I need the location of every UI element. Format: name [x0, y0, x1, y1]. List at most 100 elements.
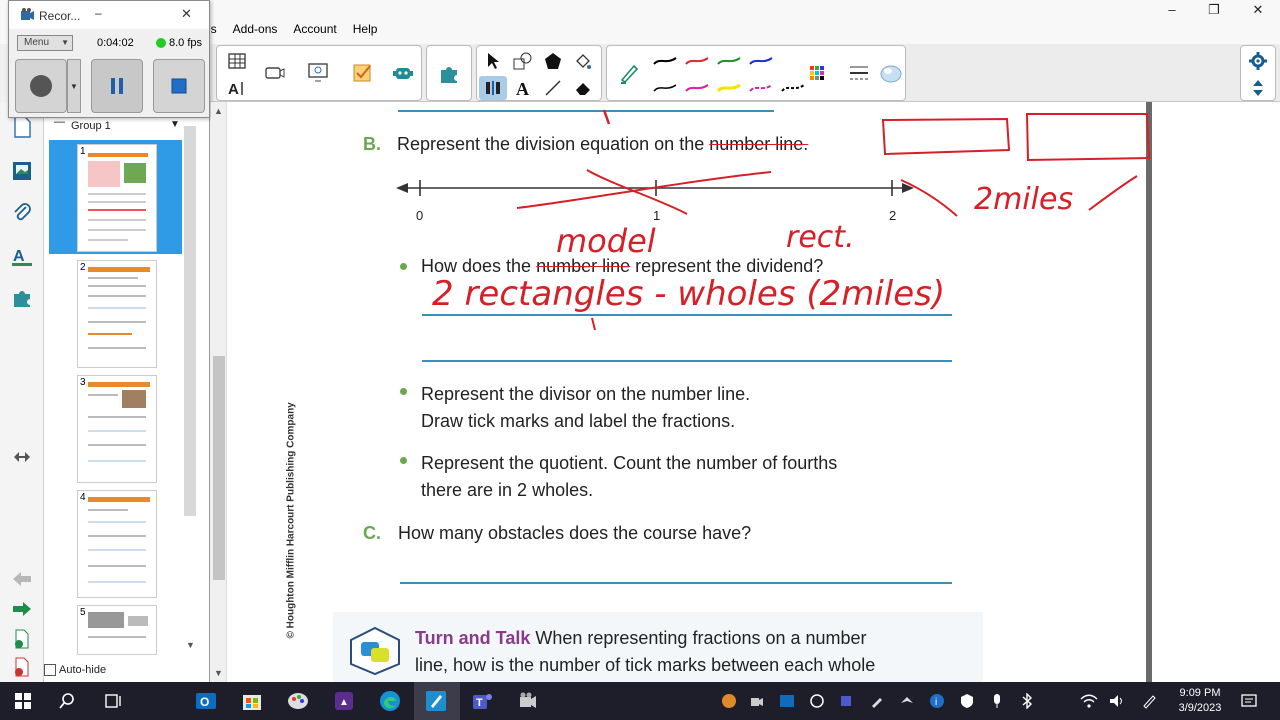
line-tool-icon[interactable]: [539, 76, 567, 100]
smart-notebook-icon[interactable]: [423, 688, 449, 714]
page-thumbnail[interactable]: 2: [77, 260, 157, 368]
highlighter-pen-icon[interactable]: [609, 47, 649, 99]
screen-capture-icon[interactable]: [299, 47, 339, 99]
text-format-icon[interactable]: A: [219, 76, 255, 100]
tray-tool-icon[interactable]: [868, 693, 886, 709]
next-page-arrow-icon[interactable]: [9, 596, 35, 622]
store-icon[interactable]: [239, 688, 265, 714]
recording-elapsed-time: 0:04:02: [97, 37, 134, 49]
scroll-down-icon[interactable]: ▼: [186, 640, 195, 650]
pen-color-magenta-icon[interactable]: [681, 76, 713, 100]
pen-color-green-icon[interactable]: [713, 49, 745, 73]
table-icon[interactable]: [219, 49, 255, 73]
search-icon[interactable]: [54, 688, 80, 714]
notification-icon[interactable]: [1240, 693, 1258, 709]
tray-outlook-icon[interactable]: [778, 693, 796, 709]
recorder-menu-button[interactable]: Menu ▼: [17, 35, 73, 51]
restore-button[interactable]: ❐: [1192, 0, 1236, 20]
microphone-icon[interactable]: [988, 693, 1006, 709]
close-button[interactable]: ✕: [1236, 0, 1280, 20]
paint-icon[interactable]: [285, 688, 311, 714]
tray-orange-icon[interactable]: [720, 693, 738, 709]
tray-bird-icon[interactable]: [898, 693, 916, 709]
pen-mode-icon[interactable]: [479, 76, 507, 100]
page-thumbnail[interactable]: 3: [77, 375, 157, 483]
properties-icon[interactable]: A: [9, 242, 35, 268]
pen-color-pink-dashed-icon[interactable]: [745, 76, 777, 100]
response-check-icon[interactable]: [343, 47, 383, 99]
recorder-menu-label: Menu: [24, 37, 50, 48]
pen-color-blue-icon[interactable]: [745, 49, 777, 73]
pen-color-red-icon[interactable]: [681, 49, 713, 73]
app-icon-purple[interactable]: ▲: [331, 688, 357, 714]
clock[interactable]: 9:09 PM 3/9/2023: [1170, 686, 1230, 716]
handwritten-rect: rect.: [786, 220, 855, 255]
record-button[interactable]: [15, 59, 67, 113]
pause-button[interactable]: [91, 59, 143, 113]
addons-puzzle-icon[interactable]: [9, 284, 35, 310]
shapes-icon[interactable]: [509, 49, 537, 73]
gallery-icon[interactable]: [9, 158, 35, 184]
toolbar-position-icon[interactable]: [1241, 76, 1275, 100]
menu-item-addons[interactable]: Add-ons: [225, 22, 286, 36]
add-page-icon[interactable]: [9, 626, 35, 652]
tray-sync-icon[interactable]: [808, 693, 826, 709]
page-thumbnail[interactable]: 1: [77, 144, 157, 252]
pen-color-black-thin-icon[interactable]: [649, 76, 681, 100]
resize-arrows-icon[interactable]: [9, 444, 35, 470]
recorder-taskbar-icon[interactable]: [515, 688, 541, 714]
previous-page-arrow-icon[interactable]: [9, 566, 35, 592]
page-number: 5: [80, 607, 86, 618]
pen-menu-icon[interactable]: [1140, 693, 1158, 709]
pen-color-black-icon[interactable]: [649, 49, 681, 73]
addons-group: [426, 45, 472, 101]
tray-security-icon[interactable]: [958, 693, 976, 709]
teams-icon[interactable]: T: [469, 688, 495, 714]
camera-icon[interactable]: [255, 47, 295, 99]
svg-text:A: A: [228, 81, 239, 97]
group-header[interactable]: — Group 1 ▼: [52, 116, 184, 136]
record-options-button[interactable]: ▼: [67, 59, 81, 113]
task-view-icon[interactable]: [100, 688, 126, 714]
tray-teams-icon[interactable]: [838, 693, 856, 709]
eraser-icon[interactable]: [569, 76, 597, 100]
stop-button[interactable]: [153, 59, 205, 113]
autohide-checkbox[interactable]: [44, 664, 56, 676]
tray-recorder-icon[interactable]: [748, 693, 766, 709]
windows-start-icon[interactable]: [10, 688, 36, 714]
menu-item-account[interactable]: Account: [285, 22, 344, 36]
menu-items: ls Add-ons Account Help: [208, 22, 385, 36]
select-arrow-icon[interactable]: [479, 49, 507, 73]
gear-icon[interactable]: [1241, 49, 1275, 73]
delete-page-icon[interactable]: [9, 654, 35, 680]
volume-icon[interactable]: [1108, 693, 1126, 709]
magic-effect-icon[interactable]: [871, 47, 911, 99]
edge-icon[interactable]: [377, 688, 403, 714]
recorder-close-icon[interactable]: ✕: [181, 6, 192, 22]
addon-robot-icon[interactable]: [383, 47, 423, 99]
color-palette-icon[interactable]: [797, 47, 837, 99]
menu-item-help[interactable]: Help: [345, 22, 386, 36]
recorder-minimize-icon[interactable]: –: [95, 6, 102, 20]
page-thumbnail[interactable]: 4: [77, 490, 157, 598]
page-list-scrollbar[interactable]: [184, 126, 196, 516]
page-thumbnail[interactable]: 5: [77, 605, 157, 655]
attachments-icon[interactable]: [9, 200, 35, 226]
menu-item-tools-partial[interactable]: ls: [208, 22, 225, 36]
svg-text:i: i: [935, 697, 937, 708]
wifi-icon[interactable]: [1080, 693, 1098, 709]
bluetooth-icon[interactable]: [1018, 693, 1036, 709]
outlook-icon[interactable]: O: [193, 688, 219, 714]
fill-bucket-icon[interactable]: [569, 49, 597, 73]
screen-recorder-window: Recor... – ✕ Menu ▼ 0:04:02 8.0 fps ▼: [8, 0, 210, 118]
svg-text:A: A: [13, 248, 25, 265]
tray-info-icon[interactable]: i: [928, 693, 946, 709]
svg-text:T: T: [476, 697, 483, 709]
puzzle-icon[interactable]: [429, 47, 469, 99]
pen-color-yellow-icon[interactable]: [713, 76, 745, 100]
text-tool-icon[interactable]: A: [509, 76, 537, 100]
polygon-shape-icon[interactable]: [539, 49, 567, 73]
chevron-down-icon: ▼: [170, 119, 180, 130]
minimize-button[interactable]: –: [1150, 0, 1194, 20]
recorder-title-bar[interactable]: Recor... – ✕: [9, 1, 209, 29]
